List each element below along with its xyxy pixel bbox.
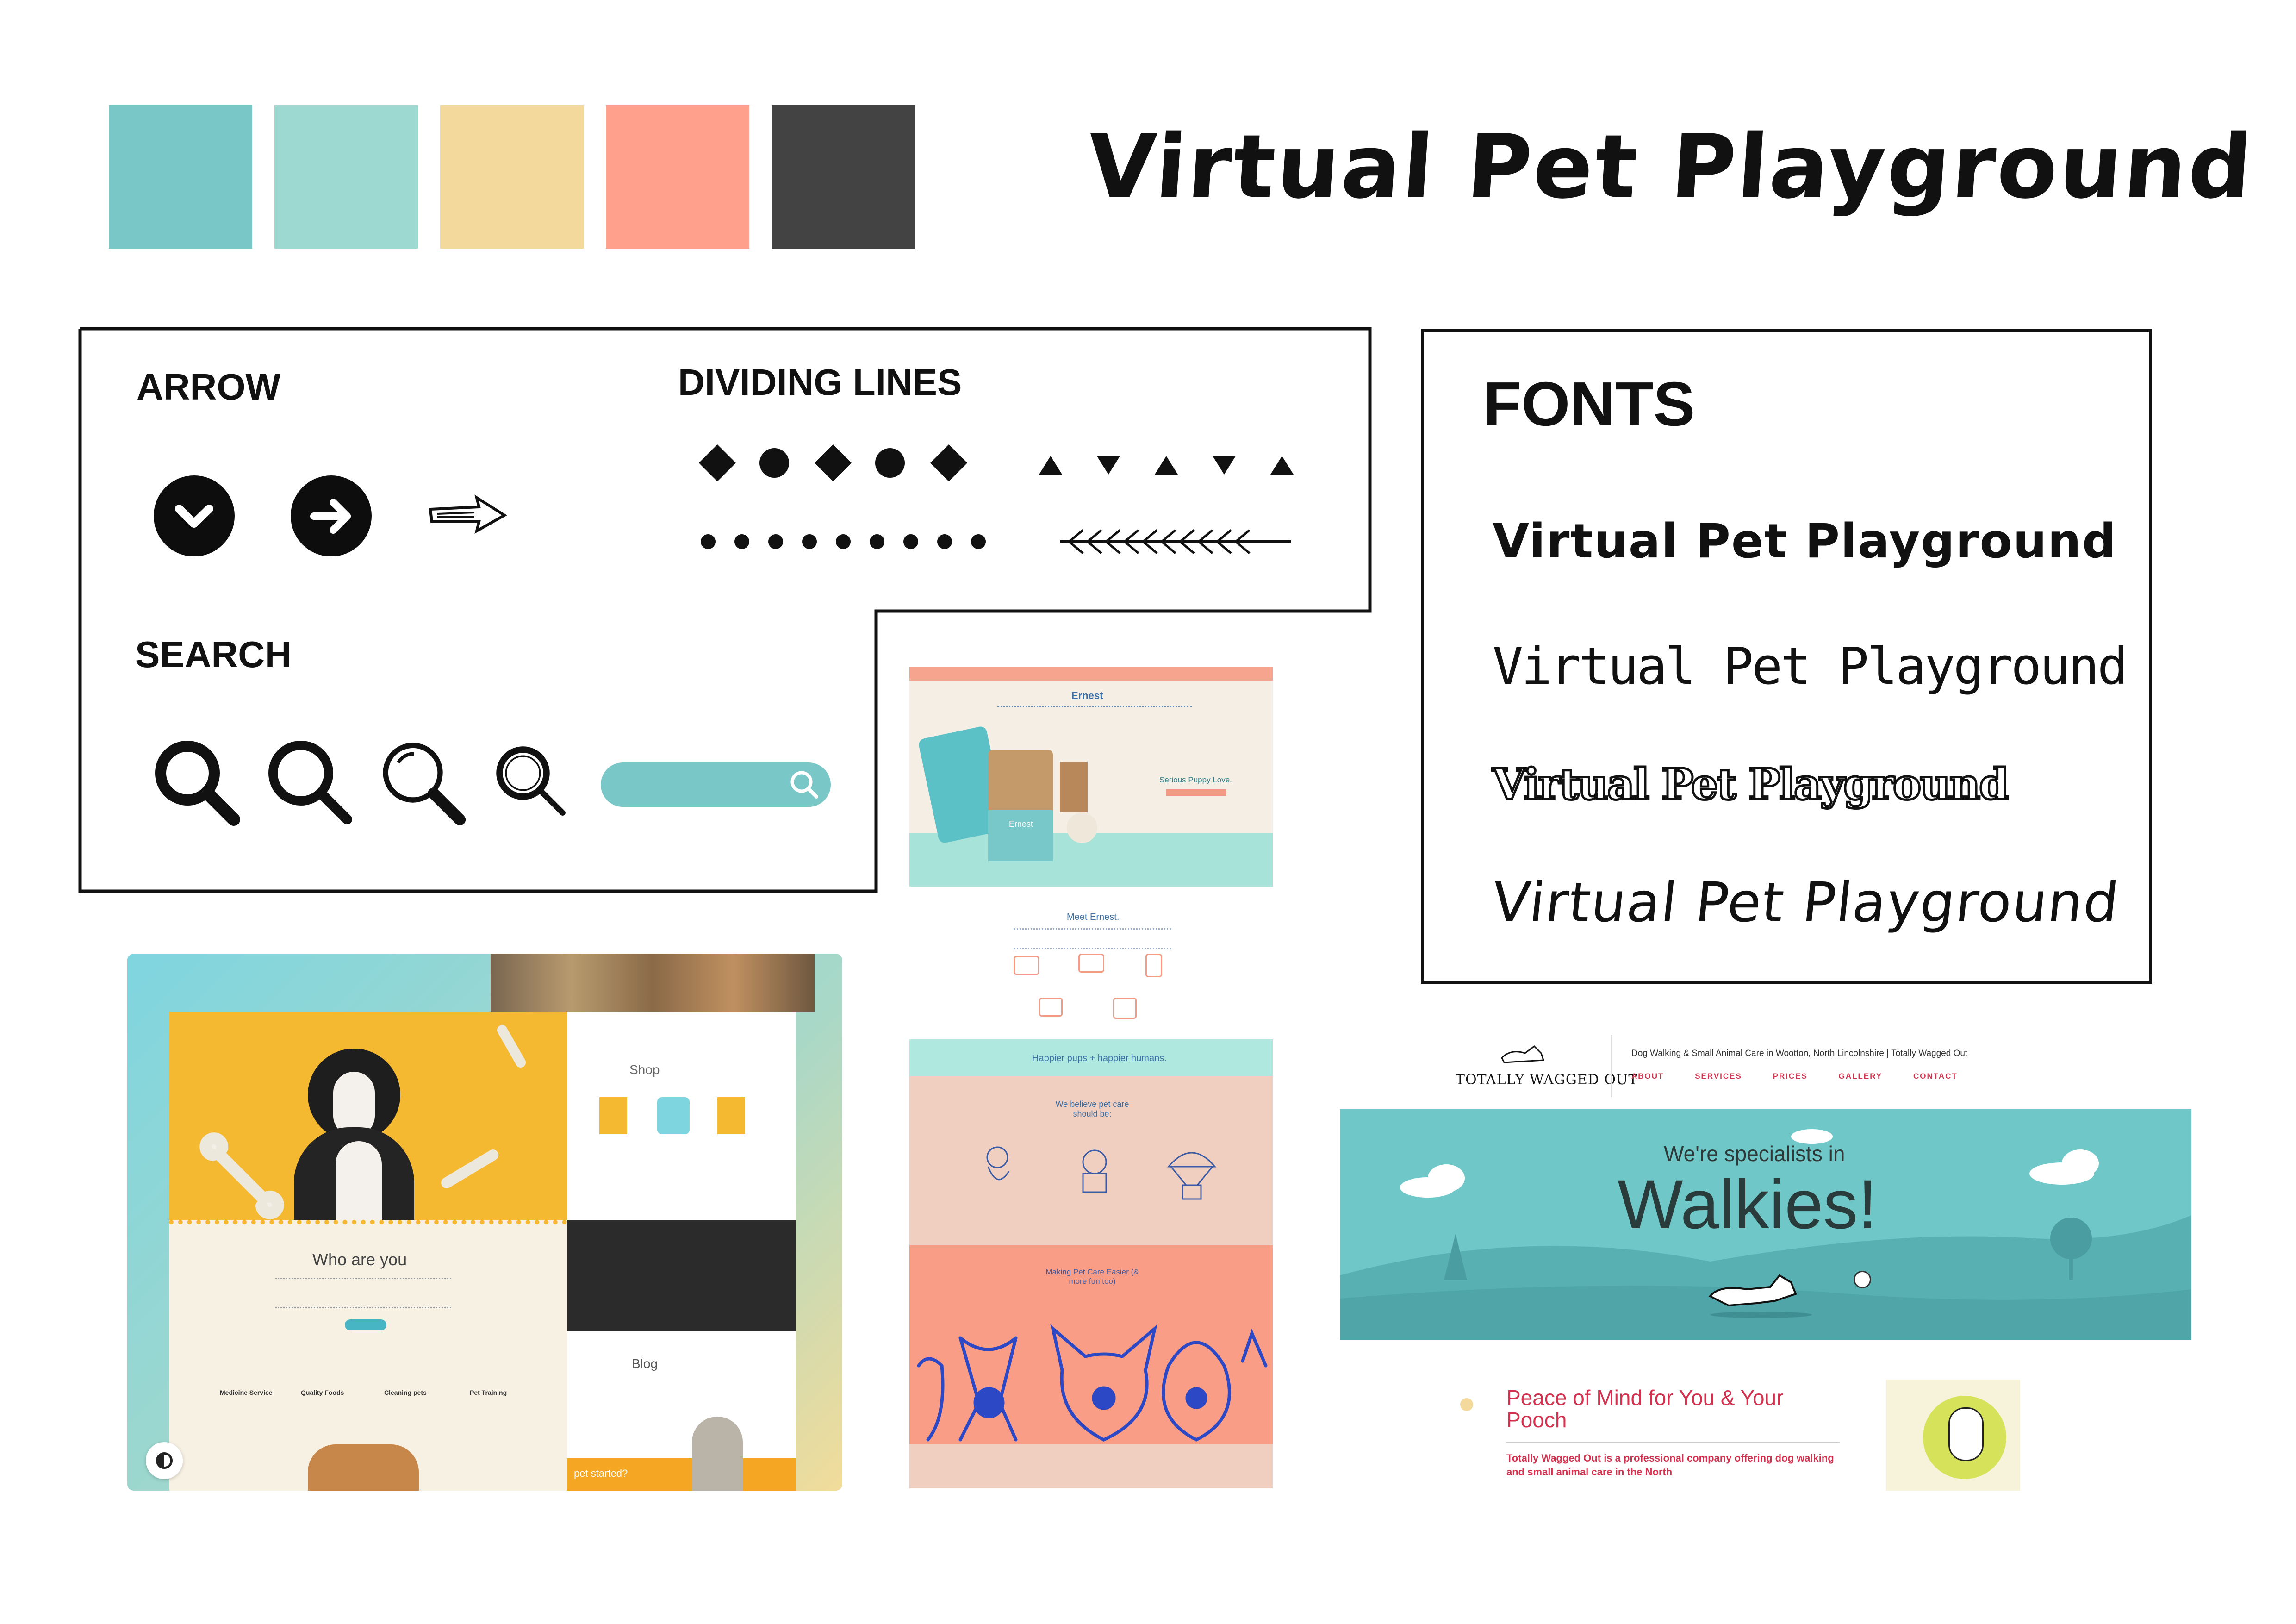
running-dog-icon <box>1708 1274 1812 1318</box>
font-sample-light: Virtual Pet Playground <box>1493 637 2128 696</box>
pets-services: Medicine Service Quality Foods Cleaning … <box>220 1370 544 1407</box>
magnifier-icon[interactable] <box>491 741 572 822</box>
pets-blog-heading: Blog <box>632 1356 658 1371</box>
diamond-dot-divider <box>699 444 967 481</box>
ernest-logo: Ernest <box>1071 690 1103 701</box>
wagged-tagline: Dog Walking & Small Animal Care in Woott… <box>1631 1049 1968 1058</box>
font-sample-outline: Virtual Pet Playground <box>1491 758 2010 811</box>
dividing-lines-label: DIVIDING LINES <box>678 362 962 403</box>
happier-making-text: Making Pet Care Easier (& more fun too) <box>1045 1268 1139 1286</box>
arrow-label: ARROW <box>137 366 281 407</box>
font-sample-handwritten: Virtual Pet Playground <box>1489 870 2123 934</box>
wagged-specialists: We're specialists in <box>1664 1142 1845 1166</box>
dotted-divider <box>701 534 986 549</box>
ernest-box <box>1060 762 1088 812</box>
dog-logo-icon <box>1501 1045 1545 1063</box>
ernest-site-screenshot: Ernest Ernest Serious Puppy Love. Meet E… <box>909 667 1273 1488</box>
fonts-label: FONTS <box>1483 369 1695 439</box>
pets-shop-products <box>590 1088 766 1157</box>
search-icon[interactable] <box>786 766 823 803</box>
service-foods: Quality Foods <box>301 1389 344 1396</box>
pets-read-more-button[interactable] <box>345 1319 386 1330</box>
ernest-ball <box>1067 812 1097 843</box>
happier-footer <box>909 1444 1273 1488</box>
nav-prices[interactable]: PRICES <box>1773 1072 1808 1081</box>
ernest-meet-body <box>1014 928 1171 949</box>
service-cleaning: Cleaning pets <box>384 1389 427 1396</box>
pets-cta-text: pet started? <box>574 1468 628 1479</box>
happier-dog-illustrations <box>917 1324 1268 1442</box>
triangle-divider <box>1039 456 1294 475</box>
search-bar[interactable] <box>601 762 831 807</box>
pets-site-screenshot: Who are you Medicine Service Quality Foo… <box>127 954 842 1491</box>
sketch-arrow-icon <box>429 494 507 534</box>
chevron-down-circle-icon[interactable] <box>154 475 235 556</box>
service-training: Pet Training <box>470 1389 507 1396</box>
wagged-divider <box>1611 1035 1612 1097</box>
magnifier-icon[interactable] <box>379 738 467 826</box>
theme-toggle-icon[interactable] <box>146 1442 183 1479</box>
wagged-body: Totally Wagged Out is a professional com… <box>1506 1452 1834 1478</box>
happier-illustrations <box>986 1146 1217 1200</box>
pets-photo-strip <box>491 954 815 1012</box>
ernest-nav <box>997 706 1192 710</box>
pets-who-body <box>275 1278 451 1308</box>
arrow-right-circle-icon[interactable] <box>291 475 372 556</box>
ball-icon <box>1854 1271 1871 1288</box>
service-medicine: Medicine Service <box>220 1389 273 1396</box>
pets-shop-heading: Shop <box>629 1062 660 1077</box>
nav-services[interactable]: SERVICES <box>1695 1072 1742 1081</box>
wagged-nav: ABOUT SERVICES PRICES GALLERY CONTACT <box>1631 1072 1958 1081</box>
font-sample-bold: Virtual Pet Playground <box>1493 514 2117 569</box>
search-label: SEARCH <box>135 634 292 675</box>
wagged-peace-heading: Peace of Mind for You & Your Pooch <box>1506 1386 1784 1432</box>
wagged-dog-badge <box>1886 1380 2020 1491</box>
bone-icons <box>199 1025 526 1219</box>
happier-banner-text: Happier pups + happier humans. <box>1032 1053 1167 1063</box>
happier-believe-text: We believe pet care should be: <box>1055 1099 1129 1118</box>
nav-contact[interactable]: CONTACT <box>1913 1072 1958 1081</box>
ernest-bag-brand: Ernest <box>1009 819 1033 829</box>
magnifier-icon[interactable] <box>150 736 243 829</box>
ernest-shop-button[interactable] <box>1166 789 1226 796</box>
pets-who-heading: Who are you <box>312 1250 407 1269</box>
ernest-feature-icons <box>1007 951 1182 1032</box>
wagged-paw-icon <box>1460 1398 1473 1411</box>
ernest-hero-text: Serious Puppy Love. <box>1159 775 1232 784</box>
ernest-bag-kraft: Ernest <box>988 750 1053 861</box>
magnifier-icon[interactable] <box>264 736 356 829</box>
pets-cat-photo <box>692 1417 743 1491</box>
ernest-topbar <box>909 667 1273 681</box>
wagged-site-screenshot: TOTALLY WAGGED OUT Dog Walking & Small A… <box>1340 1028 2191 1491</box>
wagged-walkies: Walkies! <box>1618 1165 1878 1243</box>
wagged-heading-rule <box>1506 1442 1840 1443</box>
ernest-hero-floor <box>909 833 1273 887</box>
pets-bottom-animals <box>308 1444 419 1491</box>
leaf-divider <box>1060 529 1291 554</box>
nav-about[interactable]: ABOUT <box>1631 1072 1664 1081</box>
nav-gallery[interactable]: GALLERY <box>1839 1072 1883 1081</box>
ernest-meet: Meet Ernest. <box>1067 912 1120 922</box>
pets-testimonial <box>567 1220 796 1331</box>
